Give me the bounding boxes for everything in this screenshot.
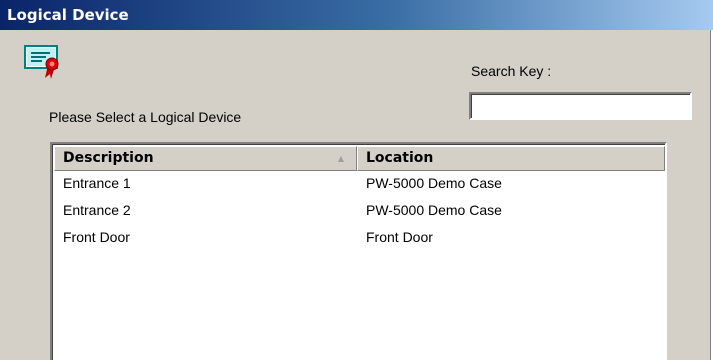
row-location: PW-5000 Demo Case [366, 175, 502, 191]
search-key-label: Search Key : [471, 63, 552, 79]
row-location: PW-5000 Demo Case [366, 202, 502, 218]
sort-ascending-icon: ▲ [337, 154, 344, 163]
column-header-location-label: Location [366, 150, 434, 166]
certificate-icon [24, 45, 59, 79]
row-description: Entrance 1 [63, 175, 131, 191]
column-header-location[interactable]: Location [357, 146, 665, 171]
title-bar[interactable]: Logical Device [0, 0, 713, 30]
list-header: Description ▲ Location [54, 146, 665, 171]
row-location: Front Door [366, 229, 433, 245]
logical-device-list[interactable]: Description ▲ Location Entrance 1 PW-500… [50, 142, 667, 360]
list-row[interactable]: Entrance 2 PW-5000 Demo Case [54, 202, 665, 229]
row-description: Entrance 2 [63, 202, 131, 218]
list-row[interactable]: Front Door Front Door [54, 229, 665, 256]
select-device-prompt: Please Select a Logical Device [49, 109, 242, 125]
column-header-description[interactable]: Description ▲ [54, 146, 357, 171]
window-title: Logical Device [7, 6, 129, 24]
row-description: Front Door [63, 229, 130, 245]
list-row[interactable]: Entrance 1 PW-5000 Demo Case [54, 175, 665, 202]
column-header-description-label: Description [63, 150, 154, 166]
search-key-input[interactable] [469, 92, 692, 120]
